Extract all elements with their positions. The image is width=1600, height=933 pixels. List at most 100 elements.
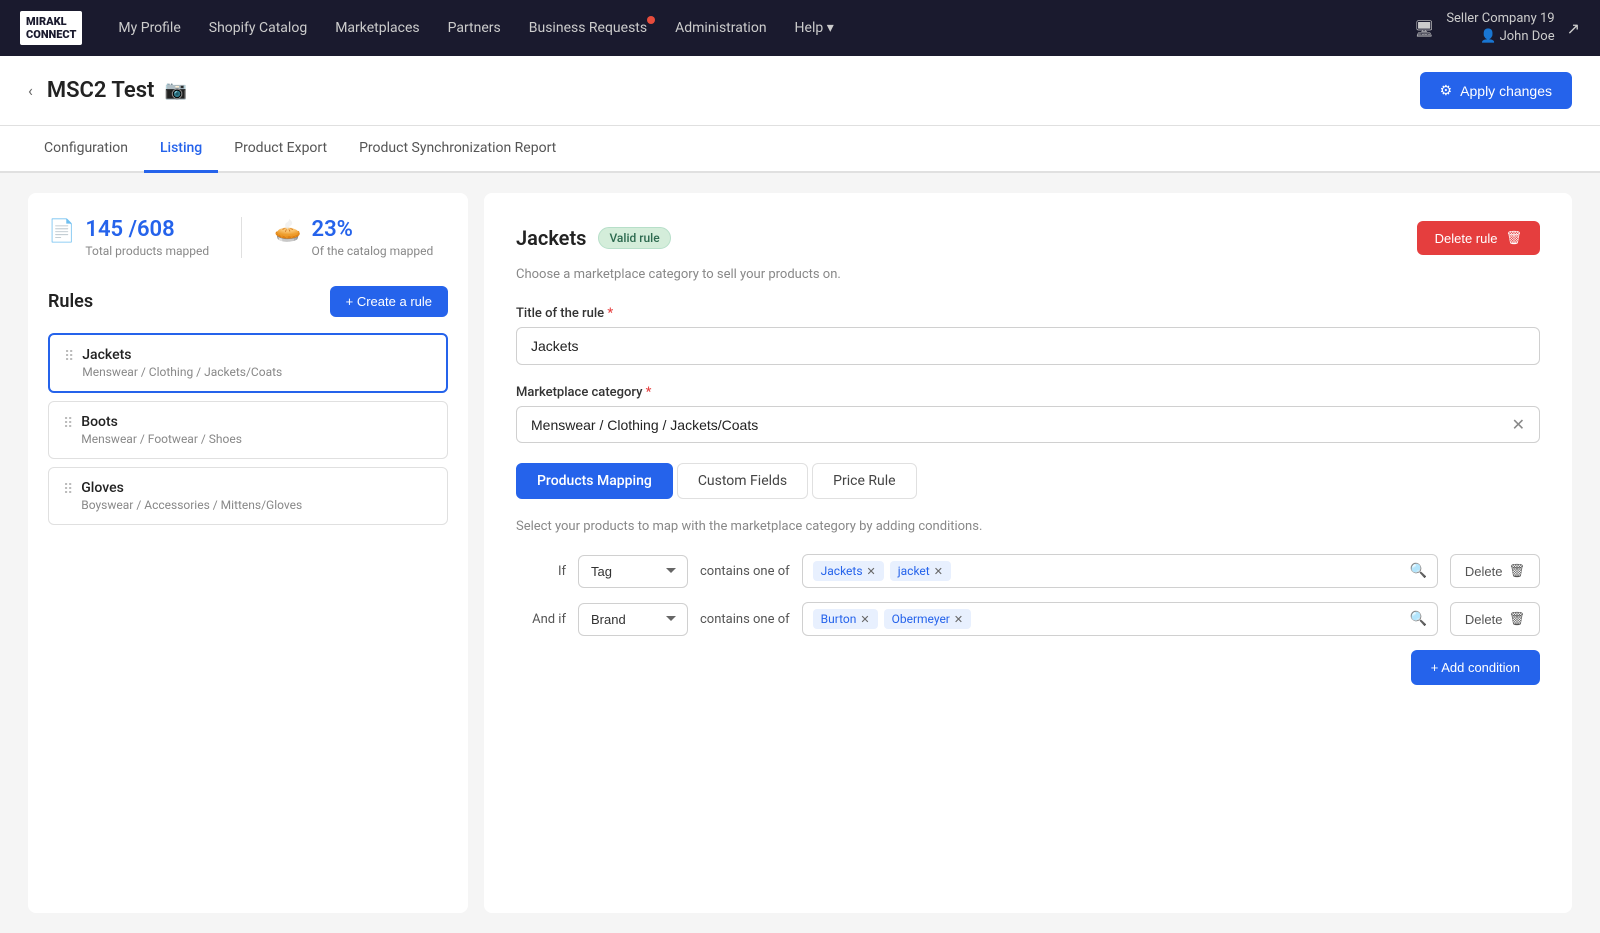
logo[interactable]: MIRAKL CONNECT	[20, 11, 82, 45]
condition-operator-1: contains one of	[700, 564, 790, 579]
delete-condition-2-button[interactable]: Delete 🗑	[1450, 602, 1540, 636]
tab-product-sync-report[interactable]: Product Synchronization Report	[343, 126, 572, 173]
rules-header: Rules + Create a rule	[48, 286, 448, 317]
main-content: 📄 145 /608 Total products mapped 🥧 23% O…	[0, 173, 1600, 933]
category-field-group: Marketplace category * ✕	[516, 385, 1540, 443]
rule-item-gloves[interactable]: ⠿ Gloves Boyswear / Accessories / Mitten…	[48, 467, 448, 525]
title-input[interactable]	[516, 327, 1540, 365]
share-icon[interactable]: ↗	[1567, 19, 1580, 38]
title-field-group: Title of the rule *	[516, 306, 1540, 365]
tabs-bar: Configuration Listing Product Export Pro…	[0, 126, 1600, 173]
rule-path: Menswear / Footwear / Shoes	[81, 432, 242, 446]
user-area: 🖥 Seller Company 19 👤 John Doe ↗	[1414, 10, 1580, 46]
back-button[interactable]: ‹	[28, 81, 33, 100]
tags-area-2[interactable]: Burton ✕ Obermeyer ✕ 🔍	[802, 602, 1438, 636]
condition-field-select-2[interactable]: Brand	[578, 603, 688, 636]
condition-field-select-1[interactable]: Tag	[578, 555, 688, 588]
mapping-description: Select your products to map with the mar…	[516, 519, 1540, 534]
stat-products-label: Total products mapped	[85, 244, 209, 258]
document-icon: 📄	[48, 219, 75, 244]
nav-help[interactable]: Help ▾	[783, 12, 846, 44]
person-icon: 👤	[1480, 29, 1499, 44]
condition-row-1: If Tag contains one of Jackets ✕ jacket …	[516, 554, 1540, 588]
page-header: ‹ MSC2 Test 📷 ⚙ Apply changes	[0, 56, 1600, 126]
required-star: *	[607, 306, 613, 321]
tag-jacket: jacket ✕	[890, 561, 951, 581]
stat-catalog-mapped: 🥧 23% Of the catalog mapped	[274, 217, 433, 258]
category-input[interactable]	[531, 417, 1512, 433]
title-label: Title of the rule *	[516, 306, 1540, 321]
remove-tag-burton[interactable]: ✕	[860, 613, 869, 626]
category-label: Marketplace category *	[516, 385, 1540, 400]
delete-rule-button[interactable]: Delete rule 🗑	[1417, 221, 1540, 255]
rule-name: Boots	[81, 414, 242, 430]
gear-icon: ⚙	[1440, 82, 1453, 99]
notification-badge	[647, 16, 655, 24]
required-star: *	[646, 385, 652, 400]
drag-handle-icon: ⠿	[63, 482, 73, 498]
tag-jackets: Jackets ✕	[813, 561, 884, 581]
nav-my-profile[interactable]: My Profile	[106, 12, 192, 44]
sub-tab-custom-fields[interactable]: Custom Fields	[677, 463, 808, 499]
nav-marketplaces[interactable]: Marketplaces	[323, 12, 431, 44]
tab-listing[interactable]: Listing	[144, 126, 218, 173]
drag-handle-icon: ⠿	[63, 416, 73, 432]
remove-tag-jackets[interactable]: ✕	[867, 565, 876, 578]
nav-administration[interactable]: Administration	[663, 12, 778, 44]
sub-tab-price-rule[interactable]: Price Rule	[812, 463, 916, 499]
rule-path: Menswear / Clothing / Jackets/Coats	[82, 365, 282, 379]
pie-chart-icon: 🥧	[274, 219, 301, 244]
rule-title: Jackets	[516, 226, 586, 250]
stat-products-mapped: 📄 145 /608 Total products mapped	[48, 217, 209, 258]
company-name: Seller Company 19	[1446, 10, 1554, 28]
add-condition-button[interactable]: + Add condition	[1411, 650, 1540, 685]
nav-business-requests[interactable]: Business Requests	[517, 12, 659, 44]
trash-icon: 🗑	[1508, 611, 1525, 627]
rule-title-area: Jackets Valid rule	[516, 226, 671, 250]
stats-row: 📄 145 /608 Total products mapped 🥧 23% O…	[48, 217, 448, 258]
rule-name: Gloves	[81, 480, 302, 496]
condition-row-2: And if Brand contains one of Burton ✕ Ob…	[516, 602, 1540, 636]
tags-search-icon-1[interactable]: 🔍	[1409, 563, 1426, 579]
tags-search-icon-2[interactable]: 🔍	[1409, 611, 1426, 627]
stat-catalog-number: 23%	[312, 217, 434, 242]
right-panel: Jackets Valid rule Delete rule 🗑 Choose …	[484, 193, 1572, 913]
sub-tabs: Products Mapping Custom Fields Price Rul…	[516, 463, 1540, 499]
nav-shopify-catalog[interactable]: Shopify Catalog	[197, 12, 319, 44]
rule-subtitle: Choose a marketplace category to sell yo…	[516, 267, 1540, 282]
apply-changes-button[interactable]: ⚙ Apply changes	[1420, 72, 1572, 109]
valid-rule-badge: Valid rule	[598, 227, 670, 249]
remove-tag-obermeyer[interactable]: ✕	[954, 613, 963, 626]
rule-path: Boyswear / Accessories / Mittens/Gloves	[81, 498, 302, 512]
condition-prefix-1: If	[516, 564, 566, 579]
sub-tab-products-mapping[interactable]: Products Mapping	[516, 463, 673, 499]
tags-area-1[interactable]: Jackets ✕ jacket ✕ 🔍	[802, 554, 1438, 588]
create-rule-button[interactable]: + Create a rule	[330, 286, 448, 317]
trash-icon: 🗑	[1505, 230, 1522, 246]
tag-burton: Burton ✕	[813, 609, 878, 629]
rule-item-boots[interactable]: ⠿ Boots Menswear / Footwear / Shoes	[48, 401, 448, 459]
tag-obermeyer: Obermeyer ✕	[884, 609, 971, 629]
user-name: 👤 John Doe	[1446, 28, 1554, 46]
tab-configuration[interactable]: Configuration	[28, 126, 144, 173]
delete-condition-1-button[interactable]: Delete 🗑	[1450, 554, 1540, 588]
monitor-icon: 🖥	[1414, 19, 1434, 38]
rule-name: Jackets	[82, 347, 282, 363]
stat-products-number: 145 /608	[85, 217, 209, 242]
topnav: MIRAKL CONNECT My Profile Shopify Catalo…	[0, 0, 1600, 56]
condition-prefix-2: And if	[516, 612, 566, 627]
nav-partners[interactable]: Partners	[436, 12, 513, 44]
user-info: Seller Company 19 👤 John Doe	[1446, 10, 1554, 46]
category-input-wrapper[interactable]: ✕	[516, 406, 1540, 443]
camera-icon[interactable]: 📷	[164, 80, 186, 101]
condition-operator-2: contains one of	[700, 612, 790, 627]
left-panel: 📄 145 /608 Total products mapped 🥧 23% O…	[28, 193, 468, 913]
rule-item-jackets[interactable]: ⠿ Jackets Menswear / Clothing / Jackets/…	[48, 333, 448, 393]
stat-catalog-label: Of the catalog mapped	[312, 244, 434, 258]
logo-text: MIRAKL CONNECT	[20, 11, 82, 45]
drag-handle-icon: ⠿	[64, 349, 74, 365]
clear-category-icon[interactable]: ✕	[1512, 415, 1525, 434]
add-condition-area: + Add condition	[516, 650, 1540, 685]
tab-product-export[interactable]: Product Export	[218, 126, 343, 173]
remove-tag-jacket[interactable]: ✕	[934, 565, 943, 578]
